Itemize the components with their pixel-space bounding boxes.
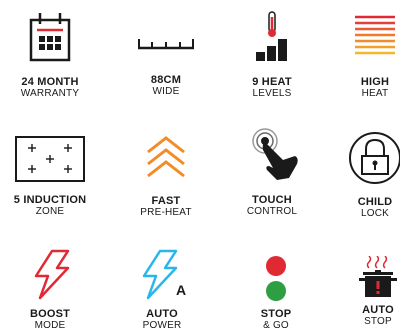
feature-title: 24 MONTH [21,76,79,88]
heat-lines-icon [334,8,400,66]
stop-go-lights-icon [230,254,322,304]
feature-subtitle: & GO [263,320,289,331]
lightning-icon [4,248,96,302]
feature-touch-control: TOUCH CONTROL [226,126,318,217]
feature-title: STOP [260,308,292,320]
feature-fast-preheat: FAST PRE-HEAT [120,132,212,218]
feature-subtitle: WIDE [152,86,180,97]
ruler-icon [120,8,212,66]
feature-subtitle: LOCK [360,208,390,219]
feature-subtitle: HEAT [361,88,389,99]
child-lock-icon [334,128,400,188]
feature-subtitle: POWER [142,320,182,331]
thermometer-bars-icon [226,8,318,66]
feature-24-month-warranty: 24 MONTH WARRANTY [4,8,96,99]
feature-subtitle: PRE-HEAT [140,207,192,218]
auto-letter: A [176,282,186,298]
feature-title: CHILD [357,196,393,208]
feature-subtitle: LEVELS [252,88,292,99]
feature-title: BOOST [29,308,71,320]
feature-boost-mode: BOOST MODE [4,248,96,331]
auto-power-lightning-icon: A [116,248,208,302]
feature-auto-stop: AUTO STOP [342,256,400,327]
touch-hand-icon [226,126,318,188]
feature-title: HIGH [360,76,390,88]
feature-child-lock: CHILD LOCK [334,128,400,219]
feature-high-heat: HIGH HEAT [334,8,400,99]
feature-title: FAST [151,195,181,207]
feature-88cm-wide: 88CM WIDE [120,8,212,97]
feature-subtitle: MODE [34,320,66,331]
feature-subtitle: STOP [364,316,392,327]
cooktop-icon [4,134,96,184]
feature-auto-power: A AUTO POWER [116,248,208,331]
feature-title: 9 HEAT [252,76,292,88]
boiling-pot-icon [342,256,400,300]
feature-5-induction-zone: 5 INDUCTION ZONE [4,134,96,217]
feature-subtitle: WARRANTY [20,88,80,99]
feature-subtitle: CONTROL [246,206,298,217]
feature-title: 5 INDUCTION [13,194,87,206]
feature-title: 88CM [150,74,182,86]
calendar-icon [4,8,96,66]
feature-title: TOUCH [252,194,292,206]
chevrons-up-icon [120,132,212,186]
feature-title: AUTO [362,304,394,316]
feature-9-heat-levels: 9 HEAT LEVELS [226,8,318,99]
feature-stop-and-go: STOP & GO [230,254,322,331]
feature-title: AUTO [146,308,178,320]
feature-subtitle: ZONE [35,206,65,217]
